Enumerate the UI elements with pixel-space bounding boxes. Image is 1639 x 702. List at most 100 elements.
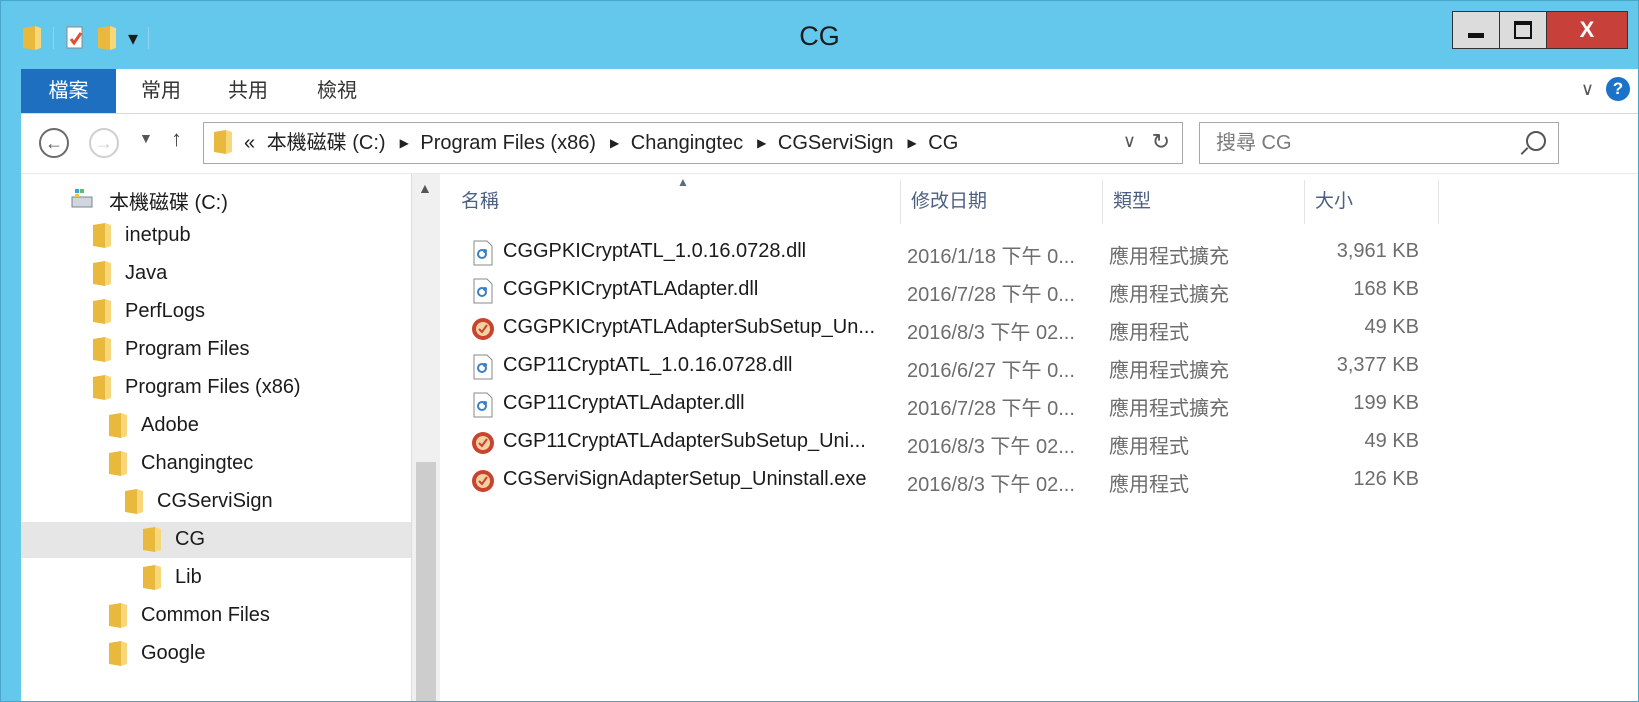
folder-icon	[109, 413, 127, 438]
list-item[interactable]: CGP11CryptATLAdapter.dll 2016/7/28 下午 0.…	[471, 386, 1471, 424]
breadcrumb-item-program-files-x86[interactable]: Program Files (x86)	[420, 132, 596, 154]
folder-icon	[143, 527, 161, 552]
folder-icon	[109, 451, 127, 476]
column-header-date[interactable]: 修改日期	[901, 180, 1103, 224]
expand-ribbon-chevron-icon[interactable]: ∨	[1581, 79, 1594, 100]
tree-item-label[interactable]: 本機磁碟 (C:)	[109, 186, 228, 215]
list-item[interactable]: CGGPKICryptATLAdapter.dll 2016/7/28 下午 0…	[471, 272, 1471, 310]
help-icon[interactable]: ?	[1606, 77, 1630, 101]
tree-item-label[interactable]: Java	[125, 262, 167, 285]
tree-item-local-disk[interactable]: 本機磁碟 (C:)	[21, 180, 411, 216]
forward-button[interactable]: →	[89, 128, 119, 158]
list-item[interactable]: CGGPKICryptATLAdapterSubSetup_Un... 2016…	[471, 310, 1471, 348]
recent-locations-dropdown-icon[interactable]: ▼	[139, 130, 153, 146]
tree-item-label[interactable]: Lib	[175, 566, 202, 589]
folder-icon	[93, 375, 111, 400]
tree-item-label[interactable]: Adobe	[141, 414, 199, 437]
file-name: CGP11CryptATLAdapter.dll	[503, 392, 745, 414]
tree-item-label[interactable]: CG	[175, 528, 205, 551]
search-placeholder[interactable]: 搜尋 CG	[1216, 123, 1292, 163]
navigation-pane: 本機磁碟 (C:) inetpub Java PerfLogs Program …	[21, 174, 411, 701]
exe-icon	[472, 318, 494, 340]
tree-item-changingtec[interactable]: Changingtec	[21, 446, 411, 482]
tree-item-cg[interactable]: CG	[21, 522, 411, 558]
tree-item-label[interactable]: Program Files	[125, 338, 249, 361]
list-item[interactable]: CGGPKICryptATL_1.0.16.0728.dll 2016/1/18…	[471, 234, 1471, 272]
exe-icon	[472, 470, 494, 492]
refresh-icon[interactable]: ↻	[1152, 129, 1170, 155]
folder-icon	[125, 489, 143, 514]
list-item[interactable]: CGP11CryptATL_1.0.16.0728.dll 2016/6/27 …	[471, 348, 1471, 386]
tree-item-label[interactable]: inetpub	[125, 224, 191, 247]
folder-icon	[93, 261, 111, 286]
list-item[interactable]: CGP11CryptATLAdapterSubSetup_Uni... 2016…	[471, 424, 1471, 462]
file-type: 應用程式擴充	[1109, 246, 1229, 268]
breadcrumb-arrow-icon[interactable]: ▶	[610, 136, 619, 150]
tree-item-program-files[interactable]: Program Files	[21, 332, 411, 368]
tab-view[interactable]: 檢視	[317, 69, 357, 113]
file-date: 2016/8/3 下午 02...	[907, 474, 1075, 496]
search-box[interactable]: 搜尋 CG	[1199, 122, 1559, 164]
tree-item-java[interactable]: Java	[21, 256, 411, 292]
file-name: CGP11CryptATLAdapterSubSetup_Uni...	[503, 430, 866, 452]
breadcrumb-item-cg[interactable]: CG	[928, 132, 958, 154]
navigation-pane-scrollbar[interactable]: ▲	[411, 174, 440, 701]
tree-item-program-files-x86[interactable]: Program Files (x86)	[21, 370, 411, 406]
breadcrumb-arrow-icon[interactable]: ▶	[908, 136, 917, 150]
tree-item-label[interactable]: Changingtec	[141, 452, 253, 475]
tree-item-label[interactable]: Google	[141, 642, 206, 665]
tree-item-label[interactable]: PerfLogs	[125, 300, 205, 323]
tree-item-common-files[interactable]: Common Files	[21, 598, 411, 634]
tree-item-google[interactable]: Google	[21, 636, 411, 672]
search-icon[interactable]	[1526, 131, 1546, 151]
breadcrumb-arrow-icon[interactable]: ▶	[400, 136, 409, 150]
file-type: 應用程式	[1109, 474, 1189, 496]
breadcrumb-overflow[interactable]: «	[244, 132, 255, 154]
address-bar[interactable]: « 本機磁碟 (C:) ▶ Program Files (x86) ▶ Changi…	[203, 122, 1183, 164]
file-name: CGGPKICryptATL_1.0.16.0728.dll	[503, 240, 807, 262]
column-header-size[interactable]: 大小	[1305, 180, 1439, 224]
scroll-up-arrow-icon[interactable]: ▲	[418, 180, 432, 196]
file-date: 2016/7/28 下午 0...	[907, 284, 1075, 306]
file-date: 2016/7/28 下午 0...	[907, 398, 1075, 420]
close-button[interactable]: X	[1546, 11, 1628, 49]
file-name: CGP11CryptATL_1.0.16.0728.dll	[503, 354, 793, 376]
scrollbar-thumb[interactable]	[416, 462, 436, 701]
column-header-name[interactable]: ▲ 名稱	[451, 175, 901, 224]
tab-share[interactable]: 共用	[228, 69, 268, 113]
column-header-label: 大小	[1315, 191, 1354, 212]
breadcrumb-item-changingtec[interactable]: Changingtec	[631, 132, 743, 154]
tree-item-label[interactable]: Program Files (x86)	[125, 376, 301, 399]
column-header-label: 類型	[1113, 191, 1152, 212]
file-size: 3,377 KB	[1336, 354, 1419, 376]
list-item[interactable]: CGServiSignAdapterSetup_Uninstall.exe 20…	[471, 462, 1471, 500]
tree-item-label[interactable]: Common Files	[141, 604, 270, 627]
column-header-type[interactable]: 類型	[1103, 180, 1305, 224]
tab-file[interactable]: 檔案	[21, 69, 116, 113]
back-button[interactable]: ←	[39, 128, 69, 158]
file-size: 49 KB	[1364, 316, 1419, 338]
maximize-button[interactable]	[1499, 11, 1547, 49]
breadcrumb-item-cgservisign[interactable]: CGServiSign	[778, 132, 894, 154]
dll-icon	[473, 278, 493, 304]
tab-home[interactable]: 常用	[141, 69, 181, 113]
file-date: 2016/8/3 下午 02...	[907, 436, 1075, 458]
file-size: 168 KB	[1353, 278, 1419, 300]
dll-icon	[473, 392, 493, 418]
tree-item-lib[interactable]: Lib	[21, 560, 411, 596]
content-area: 本機磁碟 (C:) inetpub Java PerfLogs Program …	[21, 173, 1638, 701]
tree-item-adobe[interactable]: Adobe	[21, 408, 411, 444]
minimize-button[interactable]	[1452, 11, 1500, 49]
folder-icon	[109, 603, 127, 628]
tree-item-perflogs[interactable]: PerfLogs	[21, 294, 411, 330]
file-date: 2016/6/27 下午 0...	[907, 360, 1075, 382]
tree-item-label[interactable]: CGServiSign	[157, 490, 273, 513]
breadcrumb-arrow-icon[interactable]: ▶	[757, 136, 766, 150]
file-date: 2016/1/18 下午 0...	[907, 246, 1075, 268]
address-history-chevron-icon[interactable]: ∨	[1123, 131, 1136, 152]
breadcrumb-item-drive[interactable]: 本機磁碟 (C:)	[267, 132, 386, 154]
up-button[interactable]: ↑	[171, 126, 182, 152]
ribbon-right-controls: ∨ ?	[1581, 77, 1630, 101]
tree-item-cgservisign[interactable]: CGServiSign	[21, 484, 411, 520]
tree-item-inetpub[interactable]: inetpub	[21, 218, 411, 254]
